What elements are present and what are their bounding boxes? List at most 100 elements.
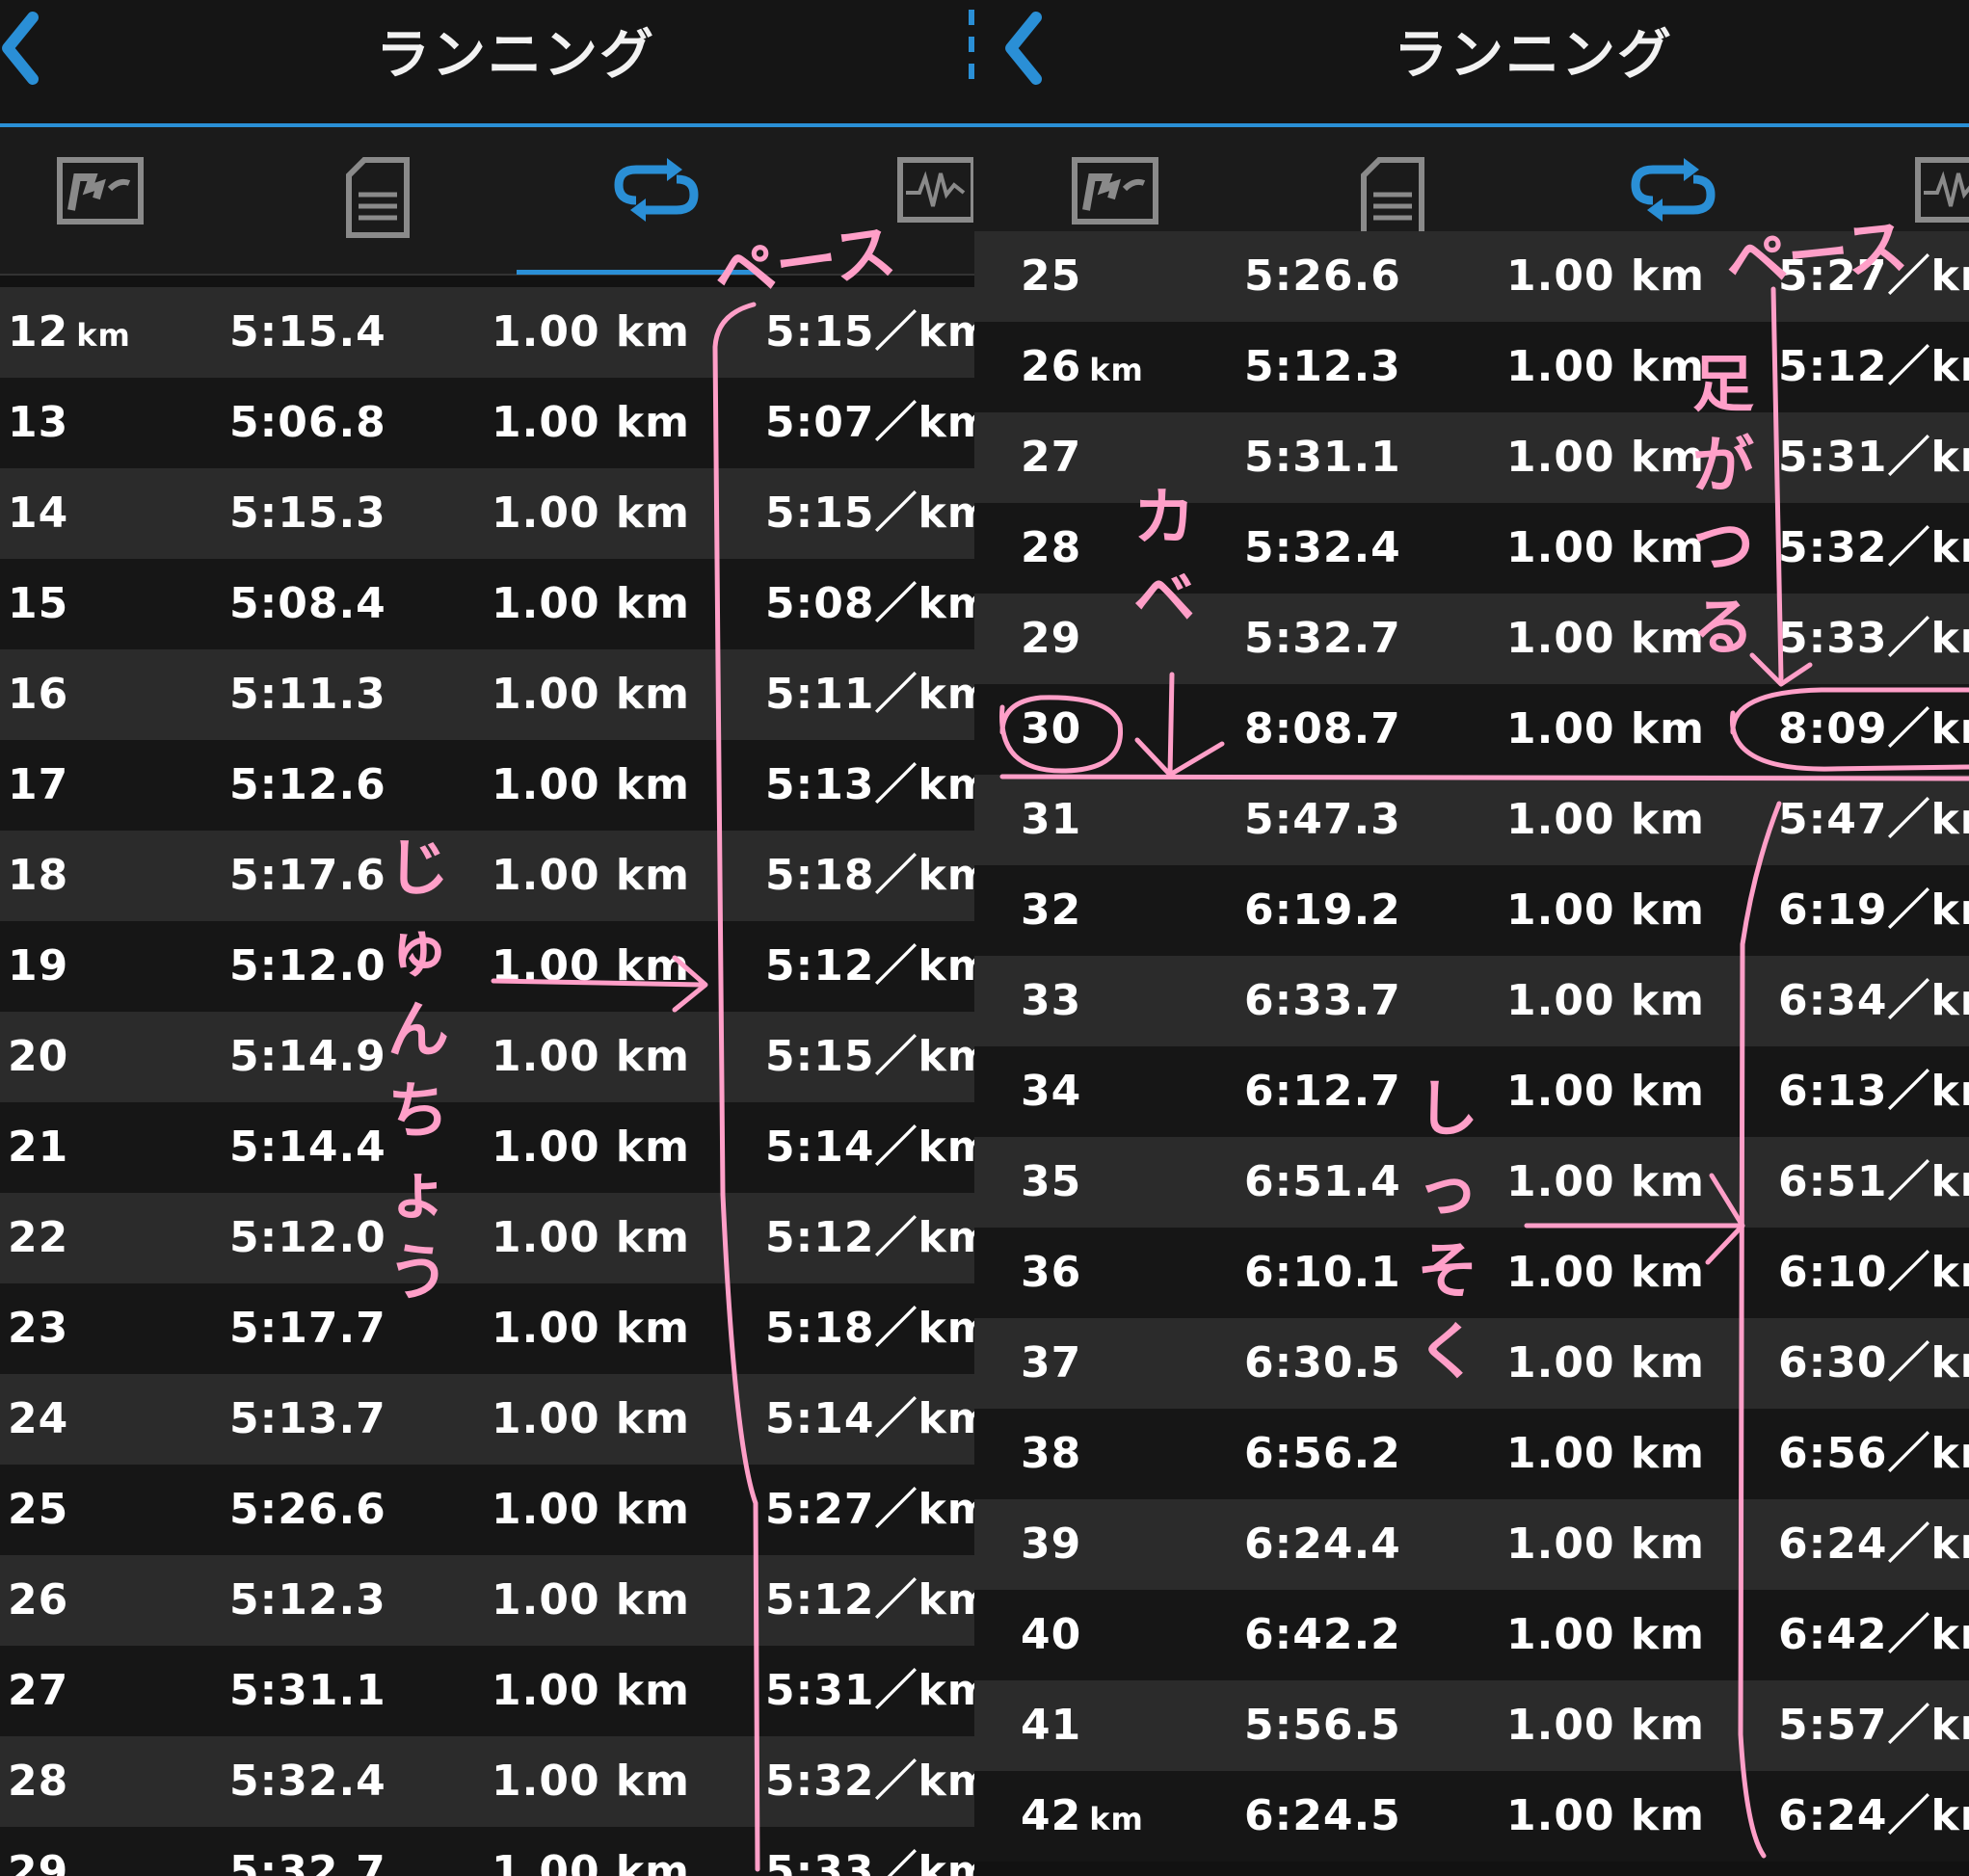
table-row[interactable]: 39 6:24.4 1.00 km 6:24／km bbox=[974, 1499, 1969, 1590]
table-row[interactable]: 34 6:12.7 1.00 km 6:13／km bbox=[974, 1046, 1969, 1137]
table-row[interactable]: 30 8:08.7 1.00 km 8:09／km bbox=[974, 684, 1969, 775]
lap-time: 5:17.6 bbox=[229, 851, 386, 900]
lap-pace: 6:10／km bbox=[1778, 1248, 1969, 1297]
lap-number: 20 bbox=[8, 1012, 68, 1102]
lap-time: 6:42.2 bbox=[1244, 1610, 1401, 1659]
table-row[interactable]: 27 5:31.1 1.00 km 5:31／km bbox=[974, 412, 1969, 503]
back-button[interactable] bbox=[0, 8, 58, 94]
lap-time: 5:12.0 bbox=[229, 1213, 386, 1262]
tab-map[interactable] bbox=[1071, 156, 1167, 243]
map-icon bbox=[1072, 157, 1158, 225]
table-row[interactable]: 27 5:31.1 1.00 km 5:31／km bbox=[0, 1646, 974, 1736]
tab-heart-rate[interactable] bbox=[1914, 156, 1969, 243]
app-header: ランニング bbox=[974, 0, 1969, 123]
lap-time: 5:12.3 bbox=[229, 1575, 386, 1625]
lap-pace: 5:27／km bbox=[765, 1485, 974, 1534]
lap-time: 5:31.1 bbox=[229, 1666, 386, 1715]
lap-distance: 1.00 km bbox=[492, 1394, 690, 1443]
lap-distance: 1.00 km bbox=[492, 1847, 690, 1876]
lap-number-value: 42 bbox=[1021, 1791, 1082, 1840]
lap-number-value: 32 bbox=[1021, 885, 1082, 935]
table-row[interactable]: 18 5:17.6 1.00 km 5:18／km bbox=[0, 831, 974, 921]
table-row[interactable]: 23 5:17.7 1.00 km 5:18／km bbox=[0, 1283, 974, 1374]
lap-number-value: 28 bbox=[1021, 523, 1082, 572]
lap-pace: 5:31／km bbox=[765, 1666, 974, 1715]
table-row[interactable]: 15 5:08.4 1.00 km 5:08／km bbox=[0, 559, 974, 649]
active-tab-indicator bbox=[517, 270, 758, 275]
table-row[interactable]: 28 5:32.4 1.00 km 5:32／km bbox=[974, 503, 1969, 594]
lap-pace: 6:34／km bbox=[1778, 976, 1969, 1025]
lap-distance: 1.00 km bbox=[492, 1123, 690, 1172]
page-title: ランニング bbox=[376, 24, 655, 87]
lap-distance: 1.00 km bbox=[492, 1032, 690, 1081]
tab-summary[interactable] bbox=[345, 156, 441, 243]
table-row[interactable]: 41 5:56.5 1.00 km 5:57／km bbox=[974, 1680, 1969, 1771]
lap-number-value: 37 bbox=[1021, 1338, 1082, 1387]
lap-distance: 1.00 km bbox=[1506, 614, 1705, 663]
tab-laps[interactable] bbox=[1630, 156, 1726, 243]
lap-pace: 6:19／km bbox=[1778, 885, 1969, 935]
lap-number-value: 28 bbox=[8, 1757, 69, 1806]
table-row[interactable]: 40 6:42.2 1.00 km 6:42／km bbox=[974, 1590, 1969, 1680]
lap-number-value: 26 bbox=[8, 1575, 69, 1625]
lap-time: 5:32.4 bbox=[229, 1757, 386, 1806]
lap-time: 5:08.4 bbox=[229, 579, 386, 628]
table-row[interactable]: 33 6:33.7 1.00 km 6:34／km bbox=[974, 956, 1969, 1046]
lap-number-value: 40 bbox=[1021, 1610, 1082, 1659]
tab-summary[interactable] bbox=[1360, 156, 1456, 243]
lap-pace: 5:57／km bbox=[1778, 1701, 1969, 1750]
tab-laps[interactable] bbox=[613, 156, 709, 243]
lap-number-value: 21 bbox=[8, 1123, 69, 1172]
table-row[interactable]: 26km 5:12.3 1.00 km 5:12／km bbox=[974, 322, 1969, 412]
table-row[interactable]: 17 5:12.6 1.00 km 5:13／km bbox=[0, 740, 974, 831]
lap-distance: 1.00 km bbox=[492, 1666, 690, 1715]
table-row[interactable]: 37 6:30.5 1.00 km 6:30／km bbox=[974, 1318, 1969, 1409]
table-row[interactable]: 42km 6:24.5 1.00 km 6:24／km bbox=[974, 1771, 1969, 1862]
lap-time: 6:24.5 bbox=[1244, 1791, 1401, 1840]
laps-icon bbox=[1631, 158, 1716, 222]
lap-distance: 1.00 km bbox=[492, 941, 690, 991]
lap-number: 39 bbox=[1021, 1499, 1081, 1590]
table-row[interactable]: 28 5:32.4 1.00 km 5:32／km bbox=[0, 1736, 974, 1827]
table-row[interactable]: 19 5:12.0 1.00 km 5:12／km bbox=[0, 921, 974, 1012]
table-row[interactable]: 38 6:56.2 1.00 km 6:56／km bbox=[974, 1409, 1969, 1499]
table-row[interactable]: 31 5:47.3 1.00 km 5:47／km bbox=[974, 775, 1969, 865]
lap-pace: 6:24／km bbox=[1778, 1519, 1969, 1569]
table-row[interactable]: 25 5:26.6 1.00 km 5:27／km bbox=[974, 231, 1969, 322]
right-screenshot-panel: ランニング 255:26.61.00 km5:27／km26km5:12.31.… bbox=[974, 0, 1969, 1876]
table-row[interactable]: 25 5:26.6 1.00 km 5:27／km bbox=[0, 1465, 974, 1555]
table-row[interactable]: 12 km 5:15.4 1.00 km 5:15／km bbox=[0, 287, 974, 378]
lap-time: 5:32.7 bbox=[229, 1847, 386, 1876]
table-row[interactable]: 36 6:10.1 1.00 km 6:10／km bbox=[974, 1228, 1969, 1318]
lap-distance: 1.00 km bbox=[1506, 1519, 1705, 1569]
lap-distance: 1.00 km bbox=[1506, 433, 1705, 482]
lap-time: 5:56.5 bbox=[1244, 1701, 1401, 1750]
lap-number: 27 bbox=[1021, 412, 1081, 503]
lap-distance: 1.00 km bbox=[1506, 1338, 1705, 1387]
lap-number: 38 bbox=[1021, 1409, 1081, 1499]
table-row[interactable]: 14 5:15.3 1.00 km 5:15／km bbox=[0, 468, 974, 559]
table-row[interactable]: 32 6:19.2 1.00 km 6:19／km bbox=[974, 865, 1969, 956]
lap-distance: 1.00 km bbox=[1506, 976, 1705, 1025]
table-row[interactable]: 20 5:14.9 1.00 km 5:15／km bbox=[0, 1012, 974, 1102]
lap-pace: 5:15／km bbox=[765, 489, 974, 538]
table-row[interactable]: 21 5:14.4 1.00 km 5:14／km bbox=[0, 1102, 974, 1193]
table-row[interactable]: 26 5:12.3 1.00 km 5:12／km bbox=[0, 1555, 974, 1646]
table-row[interactable]: 16 5:11.3 1.00 km 5:11／km bbox=[0, 649, 974, 740]
table-row[interactable]: 22 5:12.0 1.00 km 5:12／km bbox=[0, 1193, 974, 1283]
lap-number-value: 24 bbox=[8, 1394, 69, 1443]
lap-distance: 1.00 km bbox=[1506, 1157, 1705, 1206]
table-row[interactable]: 29 5:32.7 1.00 km 5:33／km bbox=[0, 1827, 974, 1876]
table-row[interactable]: 24 5:13.7 1.00 km 5:14／km bbox=[0, 1374, 974, 1465]
back-button[interactable] bbox=[1003, 8, 1061, 94]
lap-number-value: 41 bbox=[1021, 1701, 1082, 1750]
tab-heart-rate[interactable] bbox=[896, 156, 974, 243]
lap-distance: 1.00 km bbox=[1506, 1067, 1705, 1116]
table-row[interactable]: 35 6:51.4 1.00 km 6:51／km bbox=[974, 1137, 1969, 1228]
tab-map[interactable] bbox=[56, 156, 152, 243]
table-row[interactable]: 29 5:32.7 1.00 km 5:33／km bbox=[974, 594, 1969, 684]
lap-time: 5:06.8 bbox=[229, 398, 386, 447]
lap-number-value: 27 bbox=[8, 1666, 69, 1715]
lap-distance: 1.00 km bbox=[492, 1213, 690, 1262]
table-row[interactable]: 13 5:06.8 1.00 km 5:07／km bbox=[0, 378, 974, 468]
